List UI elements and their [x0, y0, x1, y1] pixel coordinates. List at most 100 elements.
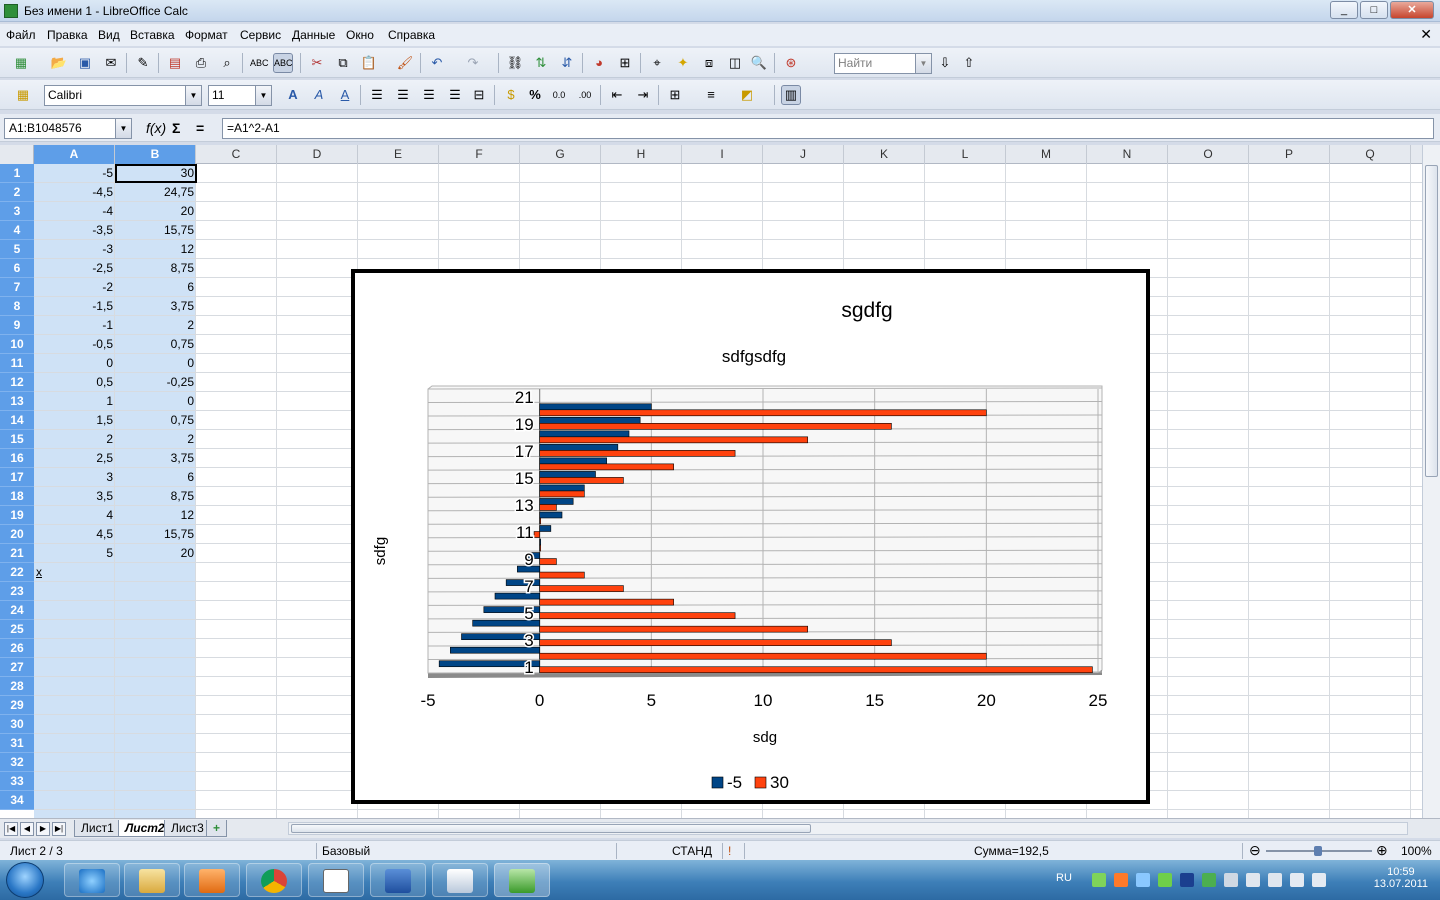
spellcheck-icon[interactable]: ABC	[250, 54, 269, 72]
cell-b20[interactable]: 15,75	[115, 525, 196, 544]
horizontal-scroll-thumb[interactable]	[291, 824, 811, 833]
close-button[interactable]: ✕	[1390, 1, 1434, 19]
paste-icon[interactable]: 📋	[360, 54, 378, 72]
menu-tools[interactable]: Сервис	[240, 28, 281, 42]
merge-cells-icon[interactable]: ⊟	[470, 86, 488, 104]
row-header-32[interactable]: 32	[0, 753, 34, 772]
row-header-26[interactable]: 26	[0, 639, 34, 658]
pivot-table-icon[interactable]: ⊞	[616, 54, 634, 72]
tray-skype-icon[interactable]	[1224, 873, 1238, 887]
find-input[interactable]: Найти ▼	[834, 53, 932, 74]
chart[interactable]: sgdfg sdfgsdfg 1 3 5 7 9 11 13 15 17 19 21 -5 0 5 10 15 20…	[351, 269, 1150, 804]
cell-a5[interactable]: -3	[34, 240, 115, 259]
edit-file-icon[interactable]: ✎	[134, 54, 152, 72]
row-header-24[interactable]: 24	[0, 601, 34, 620]
row-header-34[interactable]: 34	[0, 791, 34, 810]
row-header-22[interactable]: 22	[0, 563, 34, 582]
document-close-icon[interactable]: ✕	[1420, 26, 1432, 43]
align-left-icon[interactable]: ☰	[368, 86, 386, 104]
standard-format-icon[interactable]: 0.0	[550, 86, 568, 104]
selection-mode[interactable]: СТАНД	[672, 844, 712, 858]
menu-file[interactable]: Файл	[6, 28, 36, 42]
column-header-h[interactable]: H	[601, 145, 682, 164]
cell-b4[interactable]: 15,75	[115, 221, 196, 240]
decrease-indent-icon[interactable]: ⇤	[608, 86, 626, 104]
tray-download-icon[interactable]	[1158, 873, 1172, 887]
open-icon[interactable]: 📂	[50, 54, 68, 72]
row-header-28[interactable]: 28	[0, 677, 34, 696]
last-sheet-icon[interactable]: ▶|	[52, 822, 66, 836]
cell-a10[interactable]: -0,5	[34, 335, 115, 354]
cell-a1[interactable]: -5	[34, 164, 115, 183]
row-header-13[interactable]: 13	[0, 392, 34, 411]
bold-icon[interactable]: A	[284, 86, 302, 104]
cell-b19[interactable]: 12	[115, 506, 196, 525]
menu-insert[interactable]: Вставка	[130, 28, 175, 42]
column-header-p[interactable]: P	[1249, 145, 1330, 164]
row-header-9[interactable]: 9	[0, 316, 34, 335]
column-header-k[interactable]: K	[844, 145, 925, 164]
cell-a14[interactable]: 1,5	[34, 411, 115, 430]
function-wizard-icon[interactable]: f(x)	[146, 120, 166, 136]
taskbar-explorer[interactable]	[124, 863, 180, 897]
menu-help[interactable]: Справка	[388, 28, 435, 42]
page-style[interactable]: Базовый	[322, 844, 370, 858]
new-document-icon[interactable]: ▦	[12, 54, 30, 72]
row-header-2[interactable]: 2	[0, 183, 34, 202]
tray-battery-icon[interactable]	[1290, 873, 1304, 887]
column-header-b[interactable]: B	[115, 145, 196, 164]
minimize-button[interactable]: _	[1330, 1, 1358, 19]
export-pdf-icon[interactable]: ▤	[166, 54, 184, 72]
tray-display-icon[interactable]	[1268, 873, 1282, 887]
taskbar-ie[interactable]	[64, 863, 120, 897]
sort-ascending-icon[interactable]: ⇅	[532, 54, 550, 72]
row-header-29[interactable]: 29	[0, 696, 34, 715]
autospellcheck-icon[interactable]: ABC	[273, 53, 293, 73]
first-sheet-icon[interactable]: |◀	[4, 822, 18, 836]
vertical-scroll-thumb[interactable]	[1425, 165, 1438, 477]
cell-a22[interactable]: x	[34, 563, 115, 582]
cell-a6[interactable]: -2,5	[34, 259, 115, 278]
tray-app-icon[interactable]	[1202, 873, 1216, 887]
function-icon[interactable]: =	[196, 120, 204, 136]
data-sources-icon[interactable]: ◫	[726, 54, 744, 72]
sheet-tab-3[interactable]: Лист3	[164, 820, 211, 837]
row-header-11[interactable]: 11	[0, 354, 34, 373]
row-header-21[interactable]: 21	[0, 544, 34, 563]
justify-icon[interactable]: ☰	[446, 86, 464, 104]
column-header-n[interactable]: N	[1087, 145, 1168, 164]
row-header-23[interactable]: 23	[0, 582, 34, 601]
find-dropdown-icon[interactable]: ▼	[915, 54, 931, 73]
column-header-g[interactable]: G	[520, 145, 601, 164]
language-indicator[interactable]: RU	[1056, 872, 1072, 884]
find-replace-icon[interactable]: ⌖	[648, 54, 666, 72]
cell-b17[interactable]: 6	[115, 468, 196, 487]
row-header-5[interactable]: 5	[0, 240, 34, 259]
cell-a19[interactable]: 4	[34, 506, 115, 525]
active-cell[interactable]	[115, 164, 197, 183]
row-header-20[interactable]: 20	[0, 525, 34, 544]
start-button[interactable]	[6, 862, 44, 898]
background-color-icon[interactable]: ◩	[738, 86, 756, 104]
cell-a15[interactable]: 2	[34, 430, 115, 449]
underline-icon[interactable]: A	[336, 86, 354, 104]
row-header-1[interactable]: 1	[0, 164, 34, 183]
cell-b14[interactable]: 0,75	[115, 411, 196, 430]
toggle-grid-icon[interactable]: ▥	[781, 85, 801, 105]
cell-b11[interactable]: 0	[115, 354, 196, 373]
sum-icon[interactable]: Σ	[172, 120, 180, 136]
column-header-a[interactable]: A	[34, 145, 115, 164]
font-size-dropdown-icon[interactable]: ▼	[255, 86, 271, 105]
name-box-dropdown-icon[interactable]: ▼	[115, 119, 131, 138]
zoom-slider-knob[interactable]	[1314, 846, 1322, 856]
clock[interactable]: 10:59 13.07.2011	[1374, 866, 1428, 890]
taskbar-word[interactable]	[370, 863, 426, 897]
cell-a13[interactable]: 1	[34, 392, 115, 411]
borders-icon[interactable]: ⊞	[666, 86, 684, 104]
navigator-icon[interactable]: ✦	[674, 54, 692, 72]
cell-a16[interactable]: 2,5	[34, 449, 115, 468]
row-header-8[interactable]: 8	[0, 297, 34, 316]
tray-avast-icon[interactable]	[1114, 873, 1128, 887]
help-icon[interactable]: ⊛	[782, 54, 800, 72]
cell-b9[interactable]: 2	[115, 316, 196, 335]
